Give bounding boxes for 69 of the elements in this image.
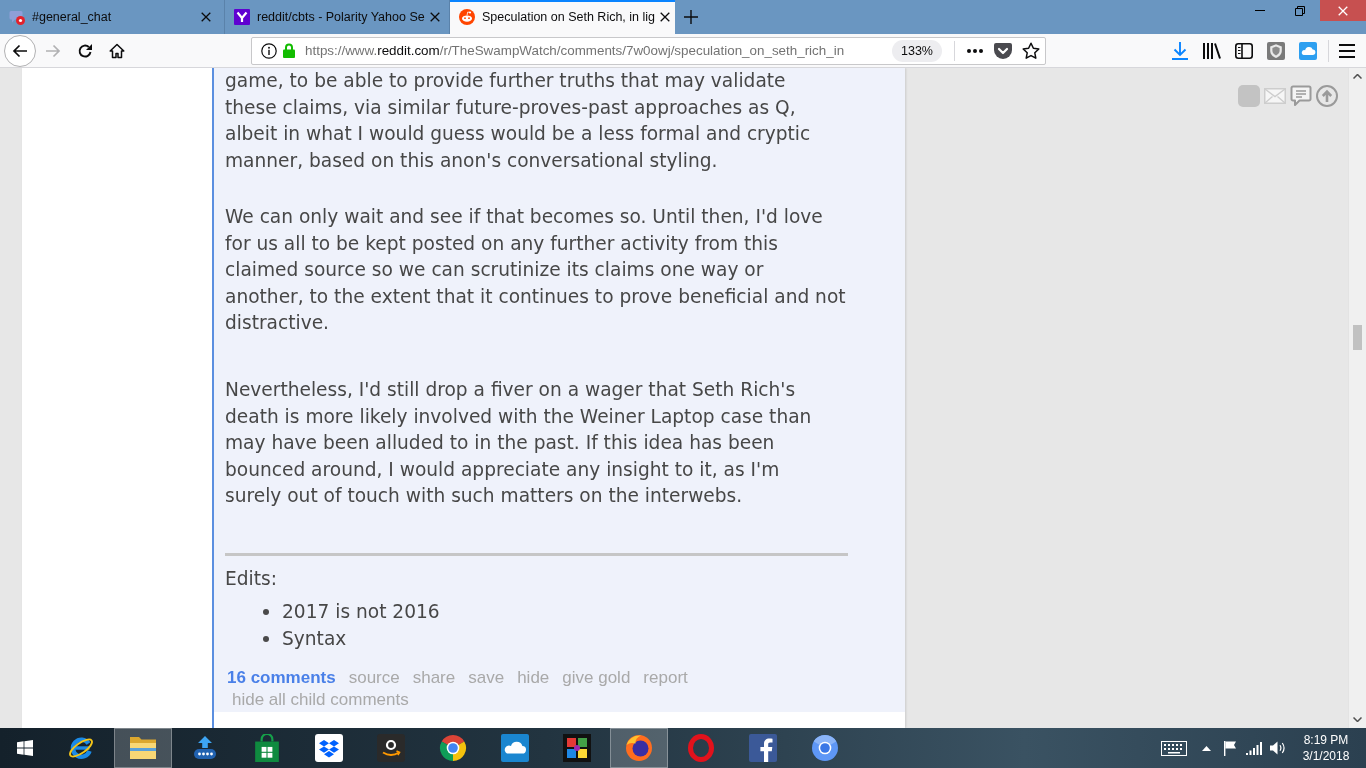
action-link[interactable]: report (643, 666, 688, 689)
restore-icon[interactable] (1295, 5, 1305, 16)
taskbar-button[interactable] (114, 728, 172, 768)
y-logo-icon (234, 9, 250, 25)
alien-face-icon (459, 9, 475, 25)
caret-up-icon[interactable] (1353, 74, 1362, 79)
chat-bubble-icon (9, 9, 25, 25)
flag-icon[interactable] (1223, 740, 1237, 756)
signal-bars-icon[interactable] (1246, 741, 1262, 755)
home-icon[interactable] (109, 42, 125, 59)
action-link[interactable]: hide (517, 666, 550, 689)
close-icon[interactable] (660, 12, 671, 22)
post-paragraph: We can only wait and see if that becomes so. Until then, I'd love for us all to be kept posted on any further activity from this claimed source so we can scrutinize its claims one way or another, to the extent that it continues to prove beneficial and not distractive. (225, 205, 847, 335)
back-arrow-icon[interactable] (12, 43, 28, 58)
upload-arrow-icon[interactable] (191, 734, 219, 762)
download-icon[interactable] (1172, 41, 1188, 60)
clock-time: 8:19 PM (1303, 732, 1349, 748)
keyboard-icon[interactable] (1161, 740, 1187, 756)
list-item-text: Syntax (282, 626, 347, 651)
tab[interactable]: Speculation on Seth Rich, in lig (450, 0, 675, 34)
four-panes-icon[interactable] (17, 740, 33, 756)
scrollbar-thumb[interactable] (1353, 325, 1362, 350)
menu-icon[interactable] (1339, 43, 1355, 58)
speaker-icon[interactable] (1270, 741, 1286, 755)
star-icon[interactable] (1022, 41, 1040, 60)
shopping-bag-icon[interactable] (253, 734, 281, 762)
f-tile-icon[interactable] (749, 734, 777, 762)
box-tile-icon[interactable] (315, 734, 343, 762)
cloud-tile-icon[interactable] (1299, 41, 1317, 60)
bullet-icon (263, 635, 269, 642)
url-text[interactable]: https://www.reddit.com/r/TheSwampWatch/comments/7w0owj/speculation_on_seth_rich_in (305, 43, 888, 58)
action-link[interactable]: save (468, 666, 505, 689)
info-icon[interactable] (261, 42, 277, 59)
back-button[interactable] (4, 34, 36, 67)
folder-icon[interactable] (129, 734, 157, 762)
books-icon[interactable] (1203, 42, 1221, 59)
scrollbar[interactable] (1348, 68, 1366, 728)
edits-heading: Edits: (225, 567, 277, 591)
address-bar[interactable]: https://www.reddit.com/r/TheSwampWatch/comments/7w0owj/speculation_on_seth_rich_in 133% (251, 36, 1046, 65)
puzzle-tile-icon[interactable] (563, 734, 591, 762)
ring-orbit-icon[interactable] (67, 734, 95, 762)
wheel-icon[interactable] (439, 734, 467, 762)
more-dots-icon[interactable] (967, 48, 983, 53)
sidebar-icon[interactable] (1235, 42, 1253, 59)
zoom-level-button[interactable]: 133% (892, 39, 942, 62)
smile-arrow-tile-icon[interactable] (377, 734, 405, 762)
clock-date: 3/1/2018 (1302, 748, 1350, 764)
post-paragraph: Nevertheless, I'd still drop a fiver on a wager that Seth Rich's death is more likely involved with the Weiner Laptop case than may have been alluded to in the past. If this idea has been bounced around, I would appreciate any insight to it, as I'm surely out of touch with such matters on the interwebs. (225, 378, 813, 508)
list-item-text: 2017 is not 2016 (282, 600, 440, 624)
chevron-shield-icon[interactable] (994, 42, 1012, 59)
action-link[interactable]: give gold (562, 666, 631, 689)
lock-icon (283, 43, 295, 58)
post-paragraph: game, to be able to provide further truths that may validate these claims, via similar future-proves-past approaches as Q, albeit in what I would guess would be a less formal and cryptic manner, based on this anon's conversational styling. (225, 69, 812, 173)
action-link[interactable]: share (412, 666, 456, 689)
action-link[interactable]: source (348, 666, 400, 689)
close-icon[interactable] (429, 12, 440, 22)
shield-badge-icon[interactable] (1267, 41, 1285, 60)
reload-icon[interactable] (77, 42, 93, 59)
comments-link[interactable]: 16 comments (227, 666, 336, 689)
close-icon[interactable] (201, 12, 211, 22)
speech-bubble-icon[interactable] (1290, 85, 1312, 107)
triangle-up-icon[interactable] (1201, 745, 1211, 751)
caret-down-icon[interactable] (1353, 717, 1362, 722)
orb-icon[interactable] (811, 734, 839, 762)
plus-icon[interactable] (684, 10, 698, 24)
bullet-icon (263, 609, 269, 616)
cloud-tile-icon[interactable] (501, 734, 529, 762)
toggle-link[interactable]: hide all child comments (232, 688, 409, 711)
fox-globe-icon[interactable] (625, 734, 653, 762)
